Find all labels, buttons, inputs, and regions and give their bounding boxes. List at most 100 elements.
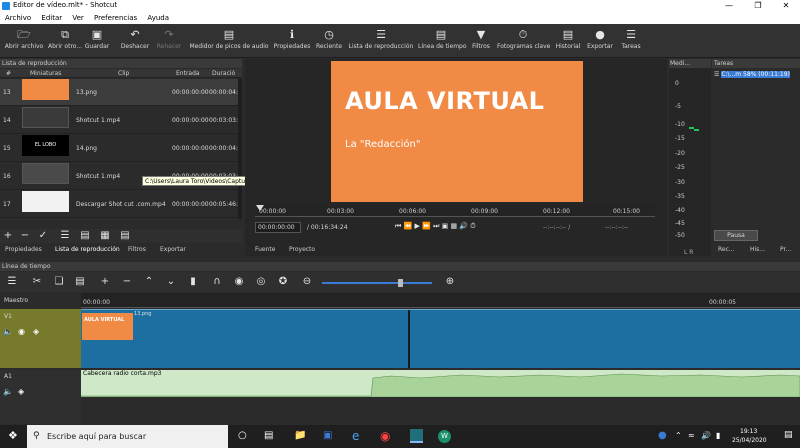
skip-end-icon[interactable]: ⏭ (433, 222, 439, 230)
redo-button[interactable]: ↷ Rehacer (154, 26, 184, 50)
chrome-icon[interactable]: ◉ (380, 429, 390, 443)
shotcut-taskbar-icon[interactable] (410, 429, 423, 443)
cut-icon[interactable]: ✂ (30, 275, 44, 289)
video-clip[interactable]: AULA VIRTUAL 13.png (81, 309, 800, 368)
lift-icon[interactable]: ⌃ (142, 275, 156, 289)
playlist-row[interactable]: 15 EL LOBO 14.png 00:00:00:00 00:00:04: (0, 135, 238, 162)
properties-button[interactable]: ℹ Propiedades (272, 26, 312, 50)
file-explorer-icon[interactable]: 📁 (294, 430, 306, 441)
clock-date[interactable]: 25/04/2020 (732, 437, 767, 444)
keyframes-button[interactable]: ⏱ Fotogramas clave (497, 26, 550, 50)
playhead-marker[interactable] (256, 205, 264, 211)
menu-preferencias[interactable]: Preferencias (94, 14, 137, 22)
notification-icon[interactable]: ▤ (784, 430, 793, 440)
menu-ayuda[interactable]: Ayuda (147, 14, 169, 22)
a1-track-header[interactable]: A1 🔈 ◈ (0, 370, 81, 424)
mute-icon[interactable]: 🔈 (3, 327, 13, 336)
tiles-view-icon[interactable]: ▦ (98, 229, 112, 243)
undo-button[interactable]: ↶ Deshacer (118, 26, 152, 50)
tab-playlist[interactable]: Lista de reproducción (55, 245, 120, 255)
task-view-icon[interactable]: ○ (238, 430, 247, 441)
timeline-button[interactable]: ▤ Línea de tiempo (418, 26, 467, 50)
tab-project-panel[interactable]: Pr... (780, 245, 791, 255)
visibility-icon[interactable]: ◉ (18, 327, 25, 336)
playlist-row[interactable]: 13 13.png 00:00:00:00 00:00:04: (0, 79, 238, 106)
copy-icon[interactable]: ❏ (52, 275, 66, 289)
volume-tray-icon[interactable]: 🔊 (701, 431, 711, 440)
export-button[interactable]: ● Exportar (585, 26, 615, 50)
tab-filters[interactable]: Filtros (128, 245, 146, 255)
wps-icon[interactable]: W (438, 430, 451, 443)
tab-source[interactable]: Fuente (255, 245, 275, 255)
windows-start-icon[interactable]: ❖ (8, 430, 20, 442)
v1-track-header[interactable]: V1 🔈 ◉ ◈ (0, 309, 81, 368)
clock-time[interactable]: 19:13 (740, 428, 757, 435)
zoom-out-icon[interactable]: ⊖ (300, 275, 314, 289)
close-button[interactable]: ✕ (772, 0, 800, 12)
snap-icon[interactable]: ∩ (210, 275, 224, 289)
tray-chevron-icon[interactable]: ⌃ (675, 431, 682, 440)
timeline-ruler[interactable]: 00:00:00 00:00:05 (81, 293, 800, 308)
restore-button[interactable]: ❐ (744, 0, 772, 12)
volume-icon[interactable]: 🔊 (459, 222, 468, 230)
tab-properties[interactable]: Propiedades (5, 245, 42, 255)
col-duration[interactable]: Duració (212, 69, 235, 78)
playlist-row[interactable]: 14 Shotcut 1.mp4 00:00:00:00 00:03:03: (0, 107, 238, 134)
rewind-icon[interactable]: ⏪ (404, 222, 413, 230)
paste-icon[interactable]: ▤ (73, 275, 87, 289)
playlist-scrollbar[interactable] (238, 79, 242, 219)
audio-meter-button[interactable]: ▤ Medidor de picos de audio (189, 26, 269, 50)
menu-icon[interactable]: ▤ (118, 229, 132, 243)
search-box[interactable]: ⚲ Escribe aquí para buscar (27, 425, 228, 448)
tasks-button[interactable]: ☰ Tareas (619, 26, 643, 50)
list-view-icon[interactable]: ☰ (58, 229, 72, 243)
update-clip-button[interactable]: ✓ (36, 229, 50, 243)
overwrite-icon[interactable]: ⌄ (164, 275, 178, 289)
remove-icon[interactable]: − (120, 275, 134, 289)
scrub-icon[interactable]: ◉ (232, 275, 246, 289)
col-number[interactable]: # (6, 69, 11, 78)
timeline-menu-icon[interactable]: ☰ (5, 275, 19, 289)
store-icon[interactable]: ▣ (323, 430, 332, 441)
preview-ruler[interactable]: 00:00:00 00:03:00 00:06:00 00:09:00 00:1… (255, 205, 655, 217)
open-other-button[interactable]: ⧉ Abrir otro... (48, 26, 82, 50)
a1-track[interactable]: Cabecera radio corta.mp3 (81, 370, 800, 397)
play-icon[interactable]: ▶ (415, 222, 420, 230)
append-icon[interactable]: + (98, 275, 112, 289)
lock-icon[interactable]: ◈ (18, 387, 24, 396)
zoom-slider[interactable] (322, 282, 432, 284)
battery-icon[interactable]: ▮ (716, 431, 720, 440)
split-icon[interactable]: ▮ (186, 275, 200, 289)
col-in[interactable]: Entrada (176, 69, 200, 78)
remove-clip-button[interactable]: − (18, 229, 32, 243)
help-icon[interactable]: ● (658, 430, 667, 441)
ripple-all-icon[interactable]: ✪ (276, 275, 290, 289)
wifi-icon[interactable]: ≈ (688, 431, 695, 440)
tab-recent[interactable]: Rec... (718, 245, 735, 255)
task-view-icon[interactable]: ▤ (264, 430, 273, 441)
menu-ver[interactable]: Ver (72, 14, 83, 22)
recent-button[interactable]: ◷ Reciente (315, 26, 343, 50)
menu-archivo[interactable]: Archivo (5, 14, 31, 22)
fast-forward-icon[interactable]: ⏩ (422, 222, 431, 230)
ripple-icon[interactable]: ◎ (254, 275, 268, 289)
menu-editar[interactable]: Editar (41, 14, 62, 22)
add-clip-button[interactable]: + (1, 229, 15, 243)
edge-icon[interactable]: e (352, 429, 359, 443)
task-item[interactable]: ☰ C:\...m 58% (00:11:19) (714, 70, 798, 80)
mute-icon[interactable]: 🔈 (3, 387, 13, 396)
skip-start-icon[interactable]: ⏮ (395, 222, 401, 230)
lock-icon[interactable]: ◈ (33, 327, 39, 336)
filters-button[interactable]: ▼ Filtros (469, 26, 493, 50)
save-button[interactable]: ▣ Guardar (84, 26, 110, 50)
tab-history[interactable]: His... (750, 245, 765, 255)
open-file-button[interactable]: 🗁 Abrir archivo (4, 26, 44, 50)
pause-button[interactable]: Pausa (714, 230, 758, 241)
zoom-in-icon[interactable]: ⊕ (443, 275, 457, 289)
tab-export[interactable]: Exportar (160, 245, 186, 255)
col-clip[interactable]: Clip (118, 69, 129, 78)
details-view-icon[interactable]: ▤ (78, 229, 92, 243)
history-button[interactable]: ▤ Historial (555, 26, 581, 50)
timecode-field[interactable]: 00:00:00:00 (255, 222, 301, 233)
grid-icon[interactable]: ▦ (450, 222, 457, 230)
